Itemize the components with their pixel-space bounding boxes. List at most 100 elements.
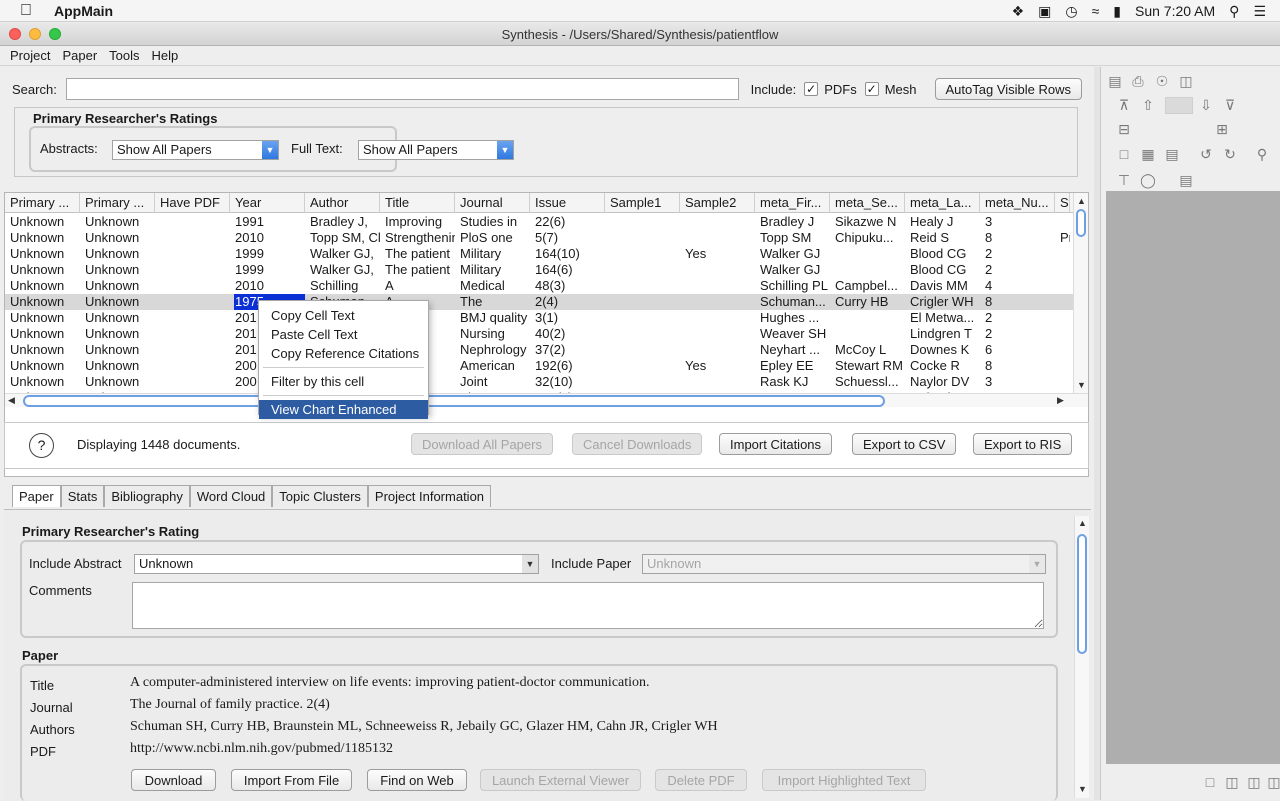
table-row[interactable]: Unknown Unknown 1999 Walker GJ, The patient M…: [5, 246, 1075, 262]
table-cell[interactable]: [680, 326, 755, 342]
table-cell[interactable]: Curry HB: [830, 294, 905, 310]
table-row[interactable]: UnknownUnknown200nalAmerican192(6)YesEpl…: [5, 358, 1075, 374]
table-cell[interactable]: Sikazwe N: [830, 214, 905, 230]
table-cell[interactable]: Schilling PL: [755, 278, 830, 294]
table-cell[interactable]: Unknown: [80, 246, 155, 262]
table-cell[interactable]: Lindgren T: [905, 326, 980, 342]
table-cell[interactable]: 8: [980, 358, 1055, 374]
table-cell[interactable]: [155, 374, 230, 390]
comments-field[interactable]: [132, 582, 1044, 629]
detail-scroll-thumb[interactable]: [1077, 534, 1087, 654]
table-cell[interactable]: [155, 246, 230, 262]
wifi-icon[interactable]: ≈: [1092, 3, 1100, 19]
search-icon[interactable]: ⚲: [1253, 145, 1271, 163]
table-cell[interactable]: 8: [980, 294, 1055, 310]
table-cell[interactable]: 37(2): [530, 342, 605, 358]
save-icon[interactable]: ▤: [1106, 72, 1124, 90]
table-cell[interactable]: Unknown: [5, 310, 80, 326]
abstracts-select[interactable]: Show All Papers ▼: [112, 140, 279, 160]
menu-tools[interactable]: Tools: [109, 48, 139, 63]
table-row[interactable]: Unknown Unknown 201 BMJ quality 3(1) Hughes .…: [5, 310, 1075, 326]
export-ris-button[interactable]: Export to RIS: [973, 433, 1073, 455]
table-cell[interactable]: Unknown: [5, 294, 80, 310]
table-cell[interactable]: [605, 214, 680, 230]
scroll-up-arrow-icon[interactable]: ▲: [1077, 196, 1086, 206]
table-cell[interactable]: [680, 214, 755, 230]
include-abstract-select[interactable]: Unknown ▼: [134, 554, 539, 574]
table-cell[interactable]: Military: [455, 246, 530, 262]
column-header[interactable]: Sample2: [680, 193, 755, 213]
table-cell[interactable]: [605, 342, 680, 358]
column-header[interactable]: Sample1: [605, 193, 680, 213]
table-row[interactable]: Unknown Unknown 2010 Schilling A Medical 48(3)…: [5, 278, 1075, 294]
text-tool-icon[interactable]: ⊤: [1115, 171, 1133, 189]
fit-page-icon[interactable]: ▦: [1139, 145, 1157, 163]
table-cell[interactable]: Walker GJ,: [305, 246, 380, 262]
scroll-up-arrow-icon[interactable]: ▲: [1078, 518, 1087, 528]
table-horizontal-scrollbar[interactable]: ◀ ▶: [5, 393, 1088, 407]
table-cell[interactable]: 5(7): [530, 230, 605, 246]
table-cell[interactable]: Unknown: [80, 230, 155, 246]
table-cell[interactable]: [680, 310, 755, 326]
paste-cell-text-item[interactable]: Paste Cell Text: [259, 325, 428, 344]
column-header[interactable]: meta_Nu...: [980, 193, 1055, 213]
table-cell[interactable]: [155, 310, 230, 326]
table-cell[interactable]: 2010: [230, 278, 305, 294]
table-cell[interactable]: Blood CG: [905, 262, 980, 278]
table-cell[interactable]: 1999: [230, 246, 305, 262]
column-header[interactable]: Year: [230, 193, 305, 213]
horizontal-scroll-thumb[interactable]: [23, 395, 885, 407]
vertical-scroll-thumb[interactable]: [1076, 209, 1086, 237]
table-cell[interactable]: 2: [980, 262, 1055, 278]
table-cell[interactable]: [1055, 294, 1070, 310]
table-cell[interactable]: [155, 262, 230, 278]
table-cell[interactable]: [155, 214, 230, 230]
table-cell[interactable]: Unknown: [80, 358, 155, 374]
table-cell[interactable]: Davis MM: [905, 278, 980, 294]
table-cell[interactable]: [1055, 310, 1070, 326]
table-cell[interactable]: 1991: [230, 214, 305, 230]
table-cell[interactable]: [605, 278, 680, 294]
column-header[interactable]: Journal: [455, 193, 530, 213]
tab-stats[interactable]: Stats: [60, 485, 105, 507]
table-cell[interactable]: Cocke R: [905, 358, 980, 374]
comment-icon[interactable]: ◯: [1139, 171, 1157, 189]
table-cell[interactable]: [830, 326, 905, 342]
facing-continuous-icon[interactable]: ◫: [1265, 773, 1280, 791]
table-cell[interactable]: [605, 326, 680, 342]
table-cell[interactable]: [1055, 214, 1070, 230]
tab-bibliography[interactable]: Bibliography: [104, 485, 190, 507]
table-cell[interactable]: Healy J: [905, 214, 980, 230]
table-cell[interactable]: The patient: [380, 262, 455, 278]
table-cell[interactable]: Yes: [680, 358, 755, 374]
table-cell[interactable]: Naylor DV: [905, 374, 980, 390]
table-cell[interactable]: [680, 342, 755, 358]
column-header[interactable]: Title: [380, 193, 455, 213]
table-cell[interactable]: [605, 310, 680, 326]
table-cell[interactable]: Schuman...: [755, 294, 830, 310]
import-highlighted-text-button[interactable]: Import Highlighted Text: [762, 769, 926, 791]
column-header[interactable]: Primary ...: [80, 193, 155, 213]
table-row[interactable]: Unknown Unknown 2010 Topp SM, Cl Strengtheni…: [5, 230, 1075, 246]
table-vertical-scrollbar[interactable]: ▲ ▼: [1073, 193, 1088, 393]
table-row[interactable]: Unknown Unknown 201 Nephrology 37(2) Neyhart …: [5, 342, 1075, 358]
table-cell[interactable]: Downes K: [905, 342, 980, 358]
table-cell[interactable]: El Metwa...: [905, 310, 980, 326]
download-button[interactable]: Download: [131, 769, 216, 791]
app-name[interactable]: AppMain: [54, 3, 113, 19]
table-cell[interactable]: 2(4): [530, 294, 605, 310]
table-cell[interactable]: [680, 278, 755, 294]
table-cell[interactable]: Unknown: [80, 262, 155, 278]
table-cell[interactable]: [155, 342, 230, 358]
table-cell[interactable]: 8: [980, 230, 1055, 246]
table-cell[interactable]: Unknown: [5, 230, 80, 246]
table-cell[interactable]: Medical: [455, 278, 530, 294]
table-cell[interactable]: [605, 246, 680, 262]
table-cell[interactable]: [1055, 246, 1070, 262]
maximize-window-button[interactable]: [49, 28, 61, 40]
table-cell[interactable]: Unknown: [80, 294, 155, 310]
table-cell[interactable]: Hughes ...: [755, 310, 830, 326]
table-cell[interactable]: Joint: [455, 374, 530, 390]
last-page-icon[interactable]: ⊽: [1221, 96, 1239, 114]
table-cell[interactable]: [1055, 262, 1070, 278]
